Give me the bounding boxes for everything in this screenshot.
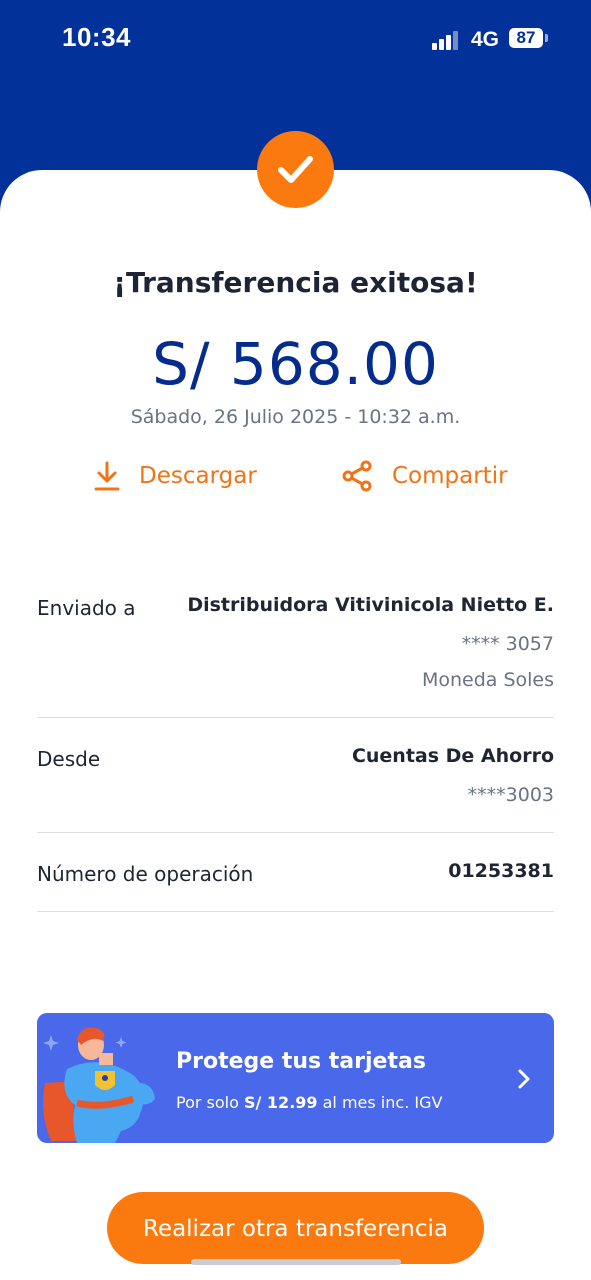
success-badge (257, 131, 334, 208)
operation-label: Número de operación (37, 862, 254, 886)
promo-subtitle-prefix: Por solo (176, 1093, 244, 1112)
promo-subtitle-suffix: al mes inc. IGV (317, 1093, 443, 1112)
network-type: 4G (471, 28, 500, 51)
promo-subtitle: Por solo S/ 12.99 al mes inc. IGV (176, 1093, 442, 1112)
sent-to-label: Enviado a (37, 596, 136, 620)
promo-title: Protege tus tarjetas (176, 1049, 426, 1074)
promo-banner[interactable]: Protege tus tarjetas Por solo S/ 12.99 a… (37, 1013, 554, 1143)
transfer-datetime: Sábado, 26 Julio 2025 - 10:32 a.m. (130, 406, 461, 428)
chevron-right-icon (518, 1069, 530, 1089)
transfer-amount: S/ 568.00 (152, 330, 439, 398)
download-button[interactable]: Descargar (93, 458, 257, 494)
status-bar: 10:34 4G 87 (0, 0, 591, 80)
status-time: 10:34 (62, 22, 131, 52)
promo-price: S/ 12.99 (243, 1093, 318, 1112)
divider (37, 911, 554, 912)
superhero-illustration (43, 1027, 155, 1143)
source-account-type: Cuentas De Ahorro (351, 745, 554, 767)
recipient-currency: Moneda Soles (421, 669, 554, 691)
share-button[interactable]: Compartir (342, 458, 508, 494)
from-label: Desde (37, 747, 101, 771)
share-icon (342, 460, 372, 492)
share-label: Compartir (392, 463, 508, 489)
battery-tip (545, 34, 548, 42)
battery-icon: 87 (509, 28, 543, 48)
divider (37, 832, 554, 833)
new-transfer-button[interactable]: Realizar otra transferencia (107, 1192, 484, 1264)
success-title: ¡Transferencia exitosa! (113, 266, 478, 299)
download-icon (94, 461, 120, 491)
signal-icon (432, 30, 462, 50)
recipient-account: **** 3057 (461, 633, 554, 655)
recipient-name: Distribuidora Vitivinicola Nietto E. (187, 594, 554, 616)
operation-number: 01253381 (448, 860, 554, 882)
source-account-number: ****3003 (467, 784, 554, 806)
home-indicator (191, 1259, 401, 1265)
divider (37, 717, 554, 718)
check-icon (278, 156, 313, 183)
download-label: Descargar (139, 463, 257, 489)
